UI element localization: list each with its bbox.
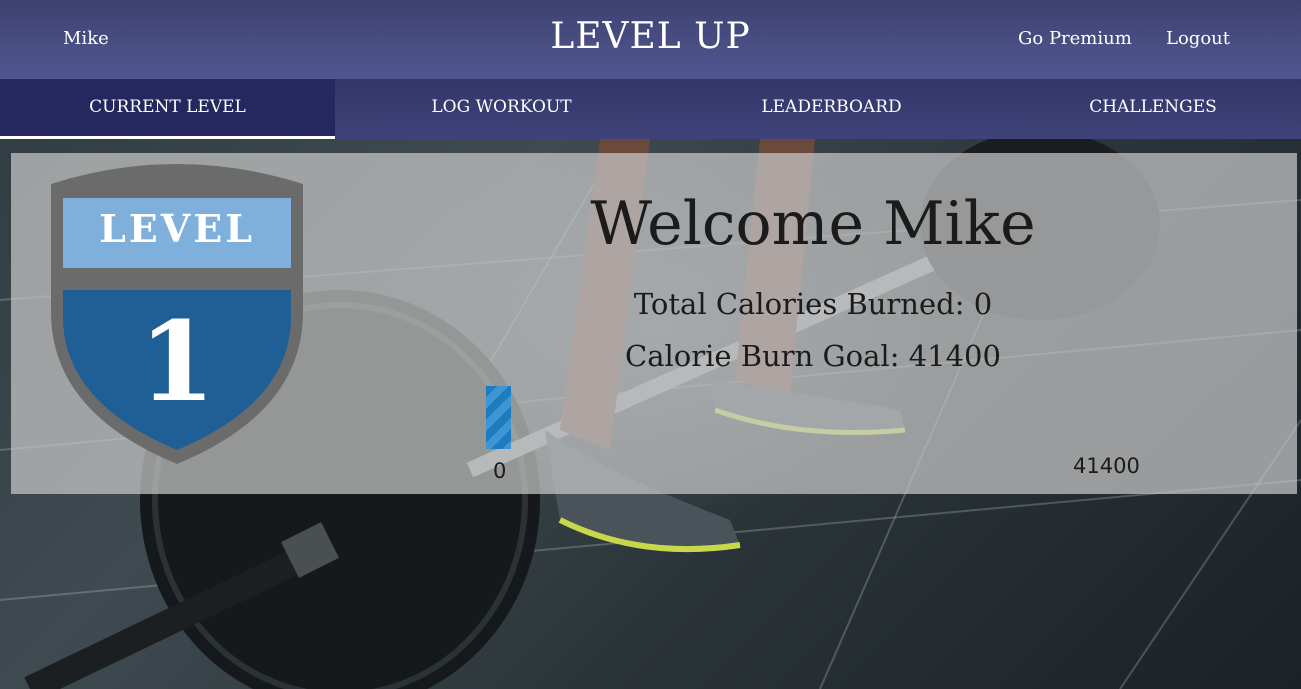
- level-panel: LEVEL 1 Welcome Mike Total Calories Burn…: [11, 153, 1297, 494]
- tab-challenges[interactable]: CHALLENGES: [995, 79, 1301, 139]
- app-title-text: LEVEL UP: [550, 16, 751, 57]
- main-nav: CURRENT LEVEL LOG WORKOUT LEADERBOARD CH…: [0, 79, 1301, 139]
- tab-log-workout[interactable]: LOG WORKOUT: [335, 79, 668, 139]
- logout-link[interactable]: Logout: [1166, 28, 1230, 49]
- welcome-heading: Welcome Mike: [590, 189, 1036, 259]
- total-calories-burned: Total Calories Burned: 0: [633, 287, 993, 321]
- top-header: Mike LEVEL UP Go Premium Logout: [0, 0, 1301, 79]
- go-premium-link[interactable]: Go Premium: [1018, 28, 1132, 49]
- user-name[interactable]: Mike: [63, 28, 109, 49]
- progress-min-label: 0: [493, 459, 507, 483]
- level-number: 1: [139, 297, 216, 426]
- tab-leaderboard[interactable]: LEADERBOARD: [668, 79, 995, 139]
- progress-max-label: 41400: [1073, 454, 1140, 478]
- tab-current-level[interactable]: CURRENT LEVEL: [0, 79, 335, 139]
- calorie-burn-goal: Calorie Burn Goal: 41400: [625, 339, 1001, 373]
- level-badge-icon: LEVEL 1: [51, 164, 303, 464]
- level-word: LEVEL: [99, 206, 255, 251]
- progress-bar-fill: [486, 386, 511, 449]
